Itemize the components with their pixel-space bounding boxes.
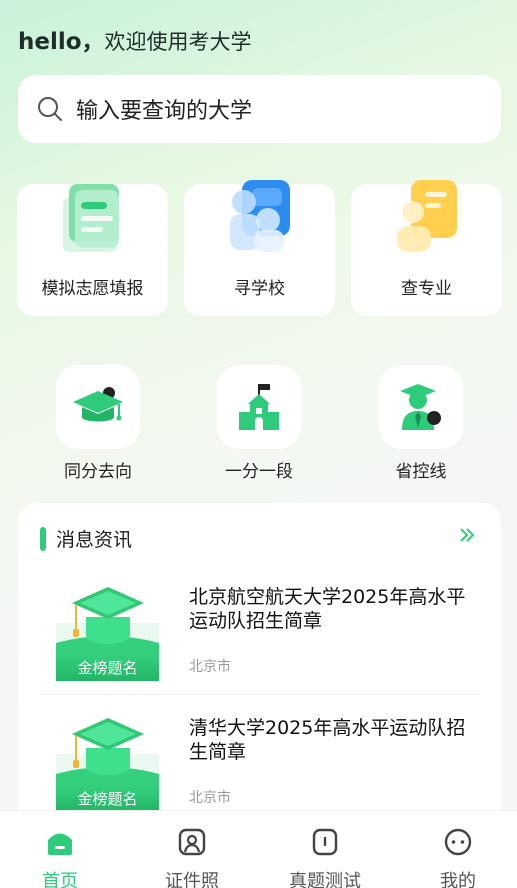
tab-exam-test[interactable]: 真题测试 [275, 827, 375, 888]
tab-label: 首页 [42, 871, 78, 888]
profile-icon [444, 828, 472, 856]
tool-same-score[interactable]: 同分去向 [48, 365, 148, 482]
tab-id-photo[interactable]: 证件照 [142, 827, 242, 888]
tool-provincial-line[interactable]: 省控线 [371, 365, 471, 482]
search-bar[interactable]: 输入要查询的大学 [18, 75, 501, 143]
tab-label: 证件照 [165, 871, 219, 888]
home-icon [48, 833, 72, 855]
news-item-location: 北京市 [189, 790, 231, 806]
school-building-icon [239, 384, 279, 430]
id-photo-icon [178, 828, 206, 856]
card-check-major[interactable]: 查专业 [351, 180, 502, 316]
card-find-school[interactable]: 寻学校 [184, 180, 335, 316]
card-mock-application[interactable]: 模拟志愿填报 [17, 184, 168, 316]
tab-label: 真题测试 [289, 871, 361, 888]
news-section: 消息资讯 金榜题名 北京航空航天大学2025年高水平运动队招生简章 北京市 金榜… [18, 503, 501, 823]
greeting: hello，欢迎使用考大学 [18, 22, 252, 56]
graduate-person-icon [400, 384, 441, 430]
card-label: 寻学校 [234, 279, 285, 299]
news-thumbnail: 金榜题名 [56, 585, 159, 681]
greeting-welcome: 欢迎使用考大学 [104, 30, 252, 54]
feature-cards: 模拟志愿填报 寻学校 查专业 [17, 180, 502, 316]
news-thumbnail: 金榜题名 [56, 716, 159, 812]
school-people-icon [230, 180, 290, 252]
search-placeholder: 输入要查询的大学 [76, 99, 253, 124]
greeting-hello: hello， [18, 29, 105, 55]
tab-home[interactable]: 首页 [10, 827, 110, 888]
news-thumb-label: 金榜题名 [56, 786, 159, 812]
search-icon [38, 97, 62, 121]
news-thumb-label: 金榜题名 [56, 655, 159, 681]
news-item-title: 清华大学2025年高水平运动队招生简章 [189, 717, 466, 763]
tool-label: 省控线 [395, 462, 447, 482]
news-item-location: 北京市 [189, 659, 231, 675]
tool-icon-box [56, 365, 140, 449]
news-item-title: 北京航空航天大学2025年高水平运动队招生简章 [189, 586, 466, 632]
tab-label: 我的 [440, 871, 476, 888]
double-chevron-right-icon[interactable] [459, 527, 475, 543]
tool-label: 一分一段 [225, 462, 293, 482]
news-header: 消息资讯 [40, 525, 132, 552]
card-label: 模拟志愿填报 [41, 279, 144, 299]
test-icon [312, 828, 338, 856]
news-item[interactable]: 金榜题名 北京航空航天大学2025年高水平运动队招生简章 北京市 [40, 581, 478, 695]
bottom-tab-bar: 首页 证件照 真题测试 我的 [0, 810, 517, 888]
tool-score-band[interactable]: 一分一段 [209, 365, 309, 482]
tool-icon-box [379, 365, 463, 449]
tool-icon-box [217, 365, 301, 449]
tab-mine[interactable]: 我的 [408, 827, 508, 888]
quick-tools: 同分去向 一分一段 省控线 [0, 365, 517, 482]
form-document-icon [63, 184, 119, 252]
tool-label: 同分去向 [64, 462, 132, 482]
major-profile-icon [397, 180, 457, 252]
news-title: 消息资讯 [56, 529, 133, 551]
section-accent-bar [40, 526, 46, 551]
graduation-cap-icon [73, 387, 123, 422]
card-label: 查专业 [401, 279, 452, 299]
